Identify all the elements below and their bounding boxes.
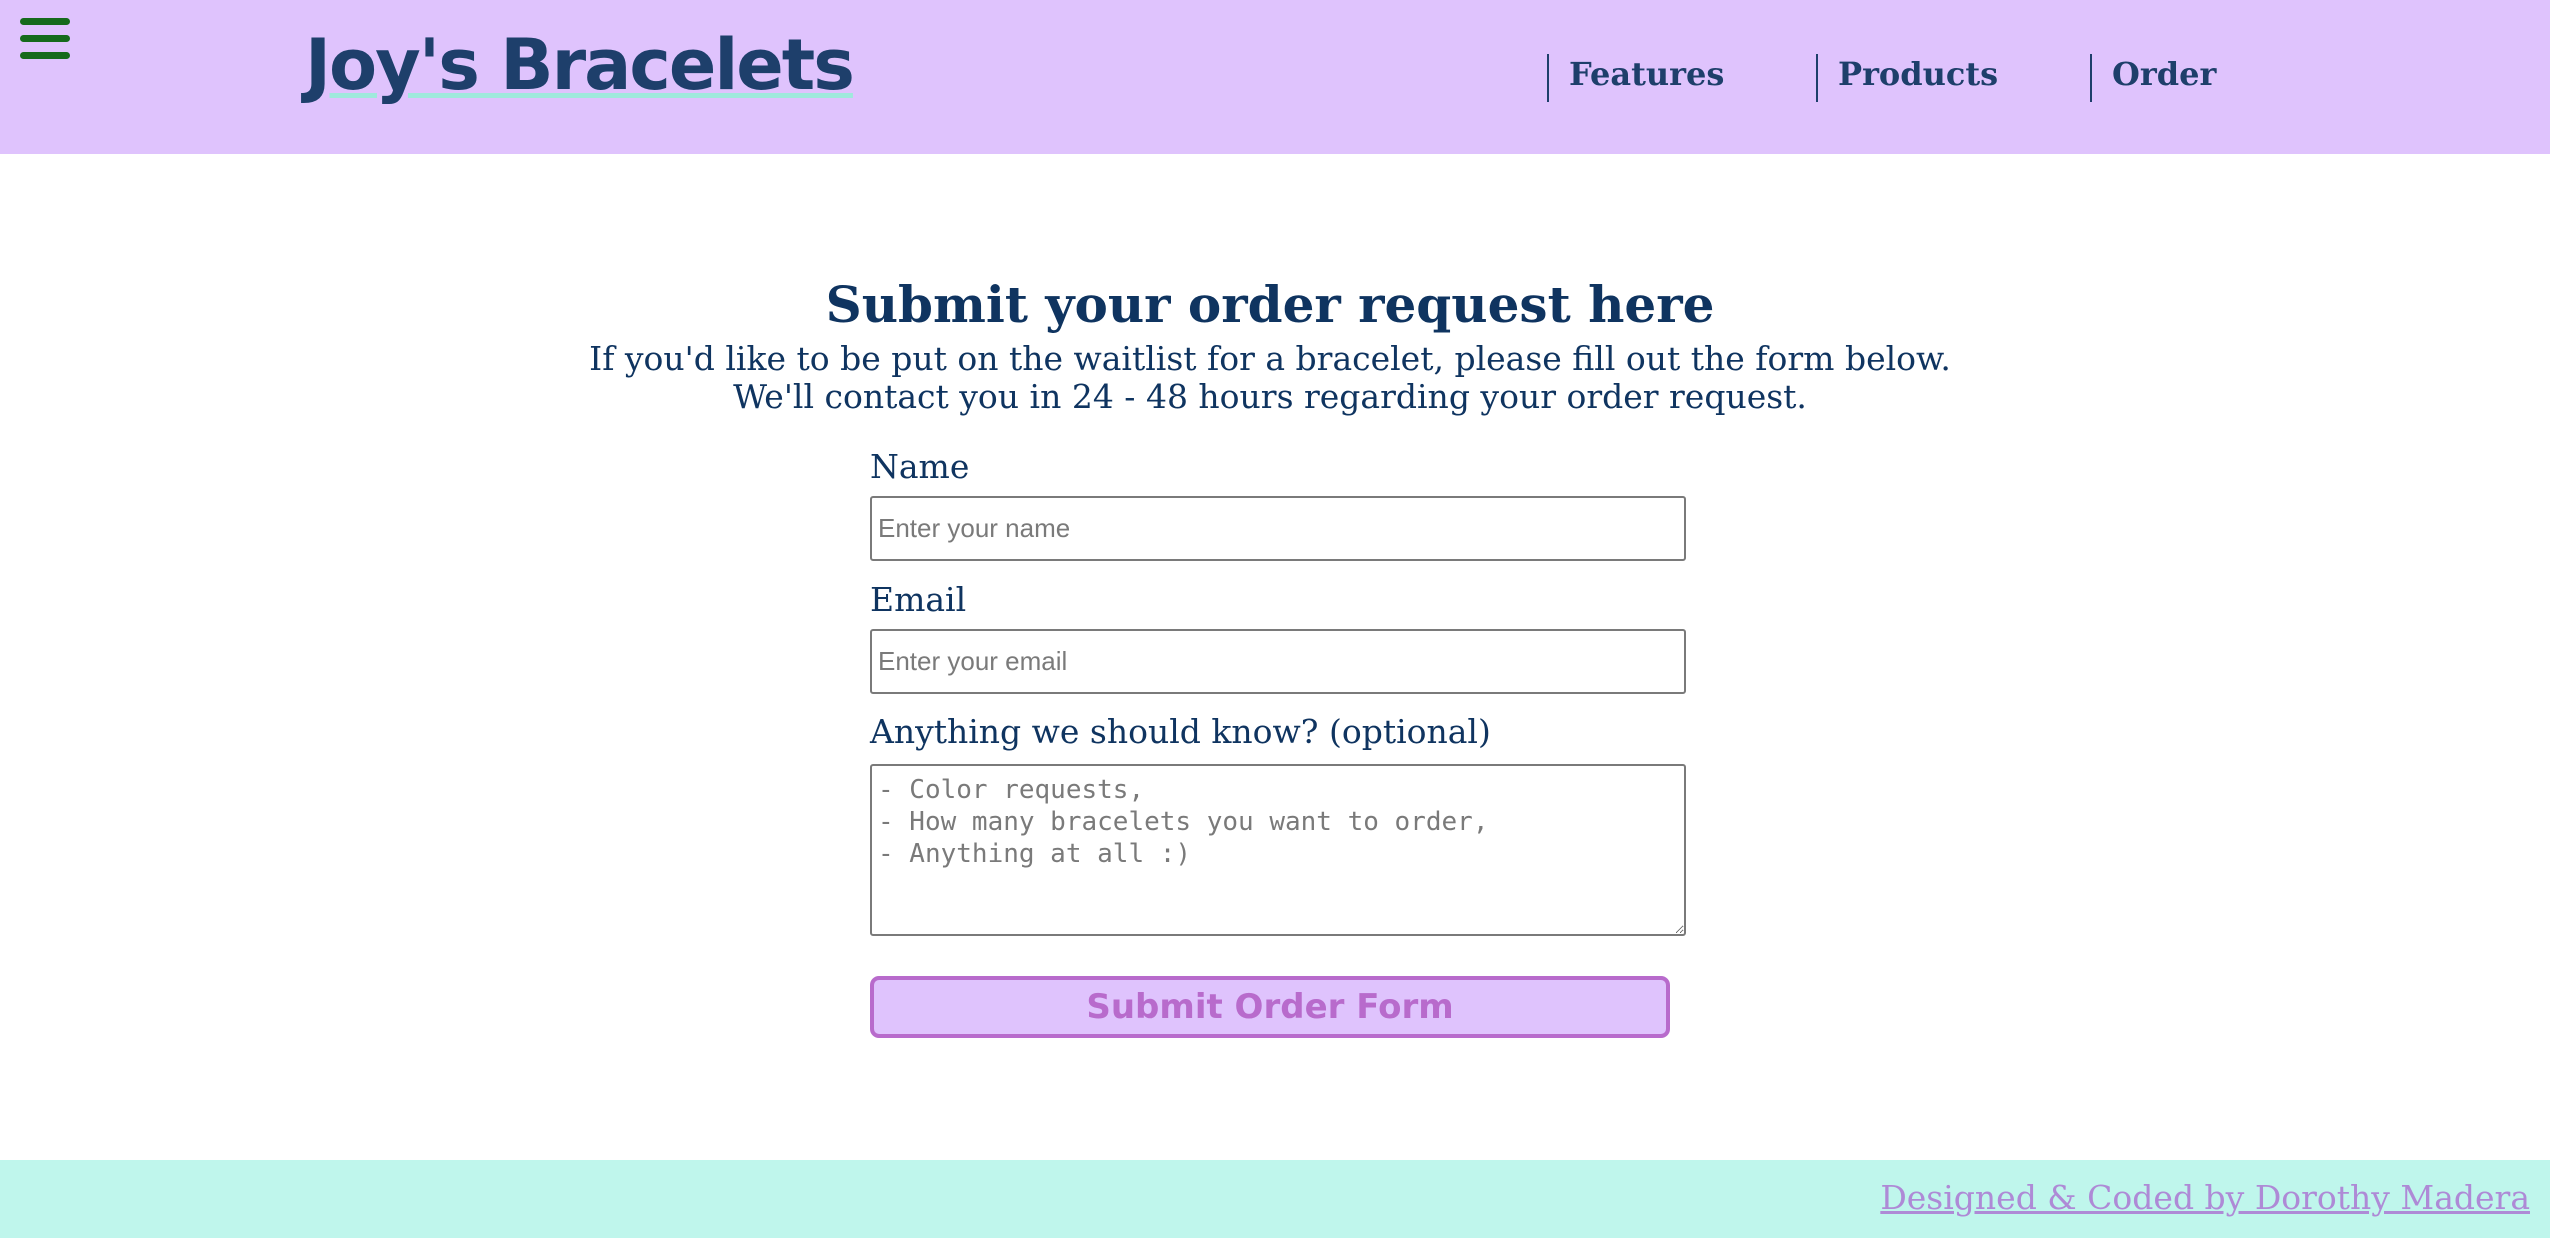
site-header: Joy's Bracelets Features Products Order: [0, 0, 2550, 154]
designer-credit-link[interactable]: Designed & Coded by Dorothy Madera: [1880, 1178, 2530, 1218]
hamburger-menu-icon[interactable]: [20, 18, 70, 60]
notes-label: Anything we should know? (optional): [870, 712, 1491, 751]
notes-textarea[interactable]: [870, 764, 1686, 936]
menu-bar: [20, 35, 70, 42]
name-label: Name: [870, 447, 970, 486]
nav-link-order[interactable]: Order: [2090, 54, 2216, 102]
nav-link-products[interactable]: Products: [1816, 54, 1998, 102]
menu-bar: [20, 18, 70, 25]
site-logo[interactable]: Joy's Bracelets: [305, 22, 855, 108]
site-footer: Designed & Coded by Dorothy Madera: [0, 1160, 2550, 1238]
email-label: Email: [870, 580, 967, 619]
intro-text-line-2: We'll contact you in 24 - 48 hours regar…: [733, 377, 1807, 416]
page-title: Submit your order request here: [825, 275, 1715, 334]
submit-order-button[interactable]: Submit Order Form: [870, 976, 1670, 1038]
intro-text-line-1: If you'd like to be put on the waitlist …: [589, 339, 1951, 378]
email-input[interactable]: [870, 629, 1686, 694]
nav-link-features[interactable]: Features: [1547, 54, 1724, 102]
menu-bar: [20, 52, 70, 59]
name-input[interactable]: [870, 496, 1686, 561]
